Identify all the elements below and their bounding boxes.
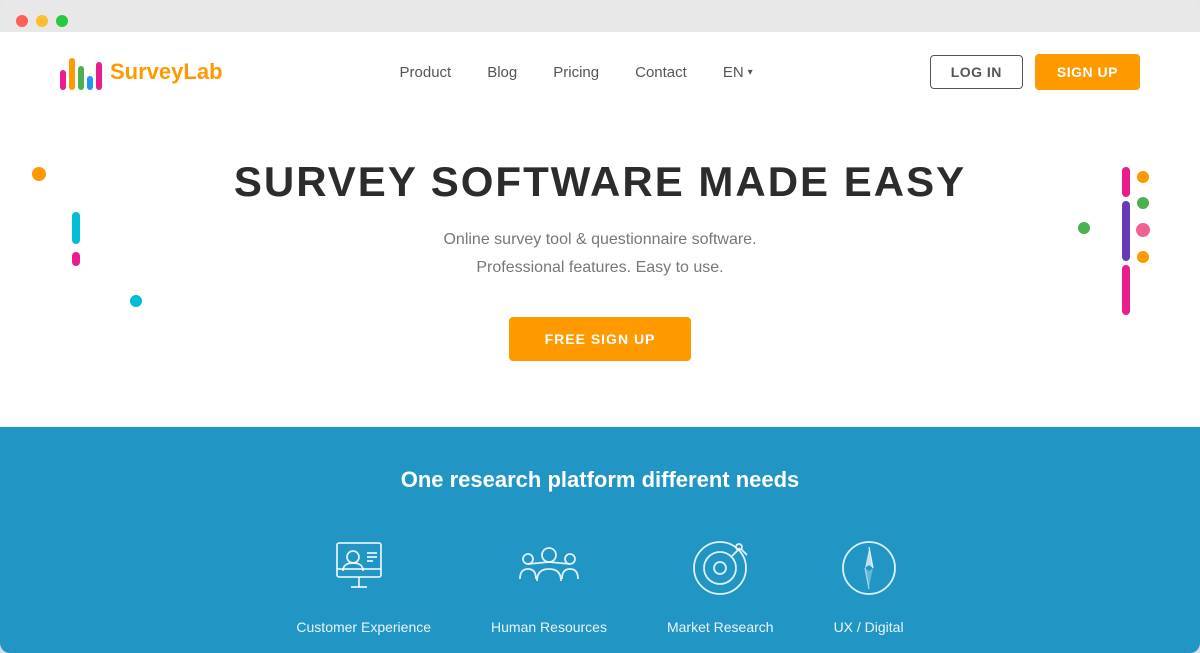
logo-text: SurveyLab bbox=[110, 59, 223, 85]
blue-section-title: One research platform different needs bbox=[60, 467, 1140, 493]
category-ux-digital[interactable]: UX / Digital bbox=[834, 533, 904, 635]
nav-actions: LOG IN SIGN UP bbox=[930, 54, 1140, 90]
market-research-icon bbox=[685, 533, 755, 603]
nav-item-blog[interactable]: Blog bbox=[487, 64, 517, 81]
hero-title: SURVEY SOFTWARE MADE EASY bbox=[234, 158, 966, 206]
page: SurveyLab Product Blog Pricing Contact E… bbox=[0, 32, 1200, 653]
human-resources-label: Human Resources bbox=[491, 619, 607, 635]
customer-experience-icon bbox=[329, 533, 399, 603]
human-resources-icon bbox=[514, 533, 584, 603]
nav-item-contact[interactable]: Contact bbox=[635, 64, 687, 81]
hero-section: SURVEY SOFTWARE MADE EASY Online survey … bbox=[0, 112, 1200, 427]
ux-digital-icon bbox=[834, 533, 904, 603]
browser-chrome bbox=[0, 0, 1200, 32]
navbar: SurveyLab Product Blog Pricing Contact E… bbox=[0, 32, 1200, 112]
hero-subtitle: Online survey tool & questionnaire softw… bbox=[443, 226, 756, 280]
market-research-label: Market Research bbox=[667, 619, 774, 635]
blue-section: One research platform different needs bbox=[0, 427, 1200, 653]
logo-icon bbox=[60, 54, 102, 90]
left-bars-decoration bbox=[72, 212, 80, 266]
fullscreen-button-icon[interactable] bbox=[56, 15, 68, 27]
close-button-icon[interactable] bbox=[16, 15, 28, 27]
category-customer-experience[interactable]: Customer Experience bbox=[296, 533, 431, 635]
browser-window: SurveyLab Product Blog Pricing Contact E… bbox=[0, 0, 1200, 653]
chevron-down-icon: ▾ bbox=[748, 67, 753, 78]
free-signup-button[interactable]: FREE SIGN UP bbox=[509, 317, 692, 361]
language-selector[interactable]: EN ▾ bbox=[723, 64, 753, 81]
signup-button[interactable]: SIGN UP bbox=[1035, 54, 1140, 90]
minimize-button-icon[interactable] bbox=[36, 15, 48, 27]
category-market-research[interactable]: Market Research bbox=[667, 533, 774, 635]
nav-item-pricing[interactable]: Pricing bbox=[553, 64, 599, 81]
categories-container: Customer Experience bbox=[60, 533, 1140, 635]
category-human-resources[interactable]: Human Resources bbox=[491, 533, 607, 635]
login-button[interactable]: LOG IN bbox=[930, 55, 1023, 89]
green-dot-decoration bbox=[1078, 222, 1090, 234]
right-bars-decoration bbox=[1122, 167, 1150, 315]
nav-item-product[interactable]: Product bbox=[400, 64, 452, 81]
nav-links: Product Blog Pricing Contact EN ▾ bbox=[400, 64, 753, 81]
customer-experience-label: Customer Experience bbox=[296, 619, 431, 635]
cyan-dot-decoration bbox=[130, 295, 142, 307]
logo[interactable]: SurveyLab bbox=[60, 54, 223, 90]
orange-dot-decoration bbox=[32, 167, 46, 181]
ux-digital-label: UX / Digital bbox=[834, 619, 904, 635]
